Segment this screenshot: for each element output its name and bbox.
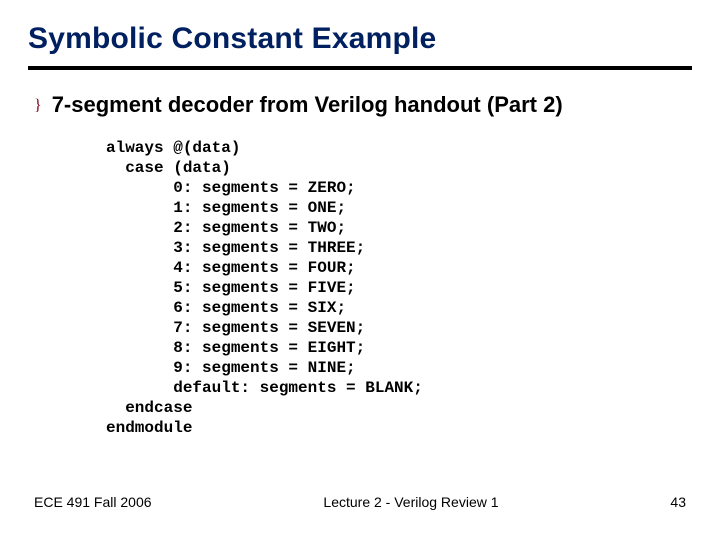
footer-center: Lecture 2 - Verilog Review 1 [152, 494, 671, 510]
footer-right: 43 [670, 494, 686, 510]
code-block: always @(data) case (data) 0: segments =… [106, 138, 692, 438]
slide: Symbolic Constant Example } 7-segment de… [0, 0, 720, 540]
title-divider [28, 66, 692, 70]
body-text: 7-segment decoder from Verilog handout (… [52, 92, 563, 118]
footer: ECE 491 Fall 2006 Lecture 2 - Verilog Re… [0, 494, 720, 510]
bullet-icon: } [34, 92, 42, 120]
bullet-line: } 7-segment decoder from Verilog handout… [34, 92, 692, 120]
page-title: Symbolic Constant Example [28, 22, 692, 56]
footer-left: ECE 491 Fall 2006 [34, 494, 152, 510]
